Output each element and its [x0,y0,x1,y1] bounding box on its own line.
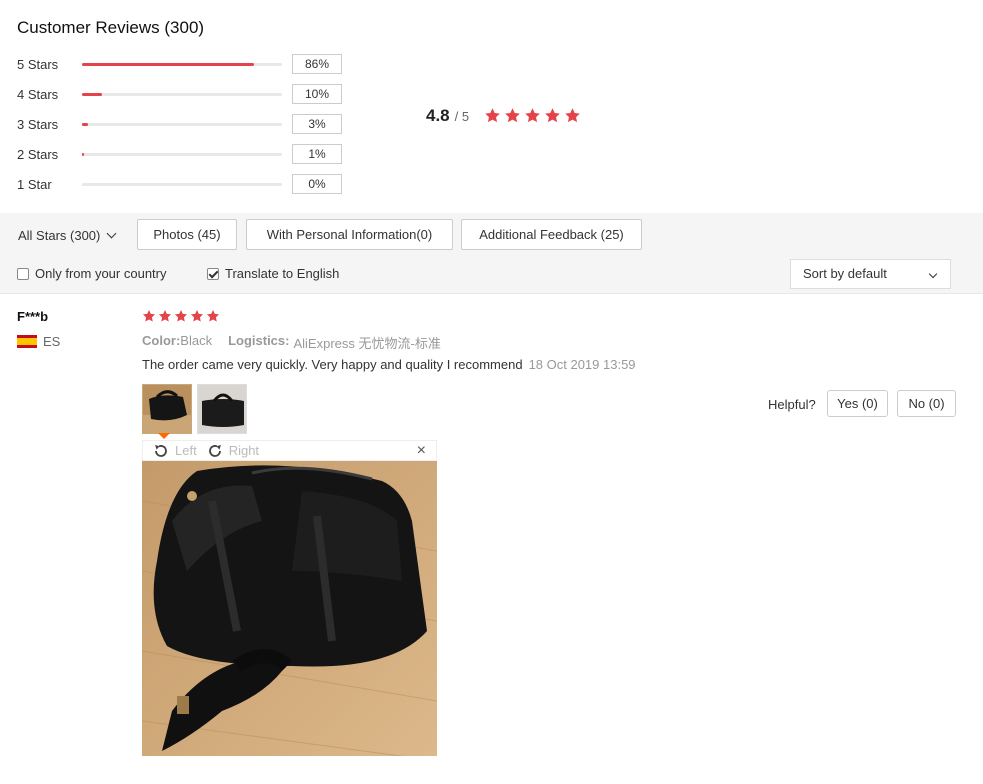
logistics-value: AliExpress 无忧物流-标准 [293,336,441,351]
rating-bar-fill [82,62,254,66]
rating-bar-track [82,92,282,96]
star-icon [158,309,172,323]
review-body: The order came very quickly. Very happy … [142,357,636,372]
sort-label: Sort by default [803,266,887,281]
average-rating-max: / 5 [454,109,470,124]
logistics-label: Logistics: [228,333,290,348]
checkbox-icon[interactable] [207,267,219,280]
star-icon [174,309,188,323]
rating-bar-fill [82,92,102,96]
rating-bar-track [82,122,282,126]
rating-row-label: 4 Stars [17,86,59,102]
chevron-down-icon [928,269,938,279]
star-icon [190,309,204,323]
rating-bar-track [82,182,282,186]
average-rating: 4.8 / 5 [426,106,469,126]
color-label: Color: [142,333,181,348]
rating-percent: 3% [292,114,342,134]
rotate-right-button[interactable]: Right [207,443,259,459]
rating-percent: 10% [292,84,342,104]
translate-label: Translate to English [225,266,340,281]
rating-row-label: 3 Stars [17,116,59,132]
review-text: The order came very quickly. Very happy … [142,357,523,372]
star-icon [484,107,501,124]
helpful-yes-button[interactable]: Yes (0) [827,390,888,417]
photo-viewer-toolbar: Left Right × [142,440,437,461]
personal-info-filter-button[interactable]: With Personal Information(0) [246,219,453,250]
rating-row-5[interactable]: 5 Stars 86% [17,54,342,74]
color-value: Black [180,333,213,348]
reviewer-country: ES [17,334,60,349]
close-icon[interactable]: × [417,442,426,460]
helpful-label: Helpful? [768,397,816,412]
chevron-down-icon [106,228,117,239]
thumbnail-pointer-icon [158,433,170,439]
review-meta: Color: Black Logistics: AliExpress 无忧物流-… [142,333,441,352]
review-stars [142,309,220,323]
checkbox-icon[interactable] [17,267,29,280]
reviewer-name: F***b [17,309,49,324]
all-stars-label: All Stars (300) [18,228,101,243]
rotate-left-label: Left [175,443,197,458]
rating-bar-fill [82,122,88,126]
helpful-no-button[interactable]: No (0) [897,390,956,417]
rating-percent: 86% [292,54,342,74]
all-stars-dropdown[interactable]: All Stars (300) [18,228,117,243]
rating-row-label: 1 Star [17,176,52,192]
only-country-checkbox[interactable]: Only from your country [17,266,167,281]
rating-percent: 1% [292,144,342,164]
rotate-left-icon [155,444,167,457]
rating-row-1[interactable]: 1 Star 0% [17,174,342,194]
rating-bar-track [82,152,282,156]
star-icon [544,107,561,124]
star-icon [564,107,581,124]
translate-checkbox[interactable]: Translate to English [207,266,339,281]
reviews-title: Customer Reviews (300) [17,18,205,37]
only-country-label: Only from your country [35,266,167,281]
star-icon [142,309,156,323]
spain-flag-icon [17,335,37,348]
rating-row-label: 5 Stars [17,56,59,72]
star-icon [504,107,521,124]
rotate-right-icon [208,444,221,457]
rating-row-2[interactable]: 2 Stars 1% [17,144,342,164]
rating-bar-track [82,62,282,66]
review-photo-thumbnail[interactable] [197,384,247,434]
rating-percent: 0% [292,174,342,194]
country-code: ES [43,334,61,349]
review-photo-thumbnail[interactable] [142,384,192,434]
sort-dropdown[interactable]: Sort by default [790,259,951,289]
review-date: 18 Oct 2019 13:59 [528,357,636,372]
star-icon [524,107,541,124]
average-rating-stars [484,107,581,124]
rotate-right-label: Right [228,443,260,458]
star-icon [206,309,220,323]
review-photo-large [142,461,437,756]
additional-feedback-filter-button[interactable]: Additional Feedback (25) [461,219,642,250]
average-rating-value: 4.8 [426,106,450,125]
rating-row-4[interactable]: 4 Stars 10% [17,84,342,104]
rating-row-label: 2 Stars [17,146,59,162]
rotate-left-button[interactable]: Left [153,443,197,459]
rating-row-3[interactable]: 3 Stars 3% [17,114,342,134]
rating-bar-fill [82,152,84,156]
photos-filter-button[interactable]: Photos (45) [137,219,237,250]
